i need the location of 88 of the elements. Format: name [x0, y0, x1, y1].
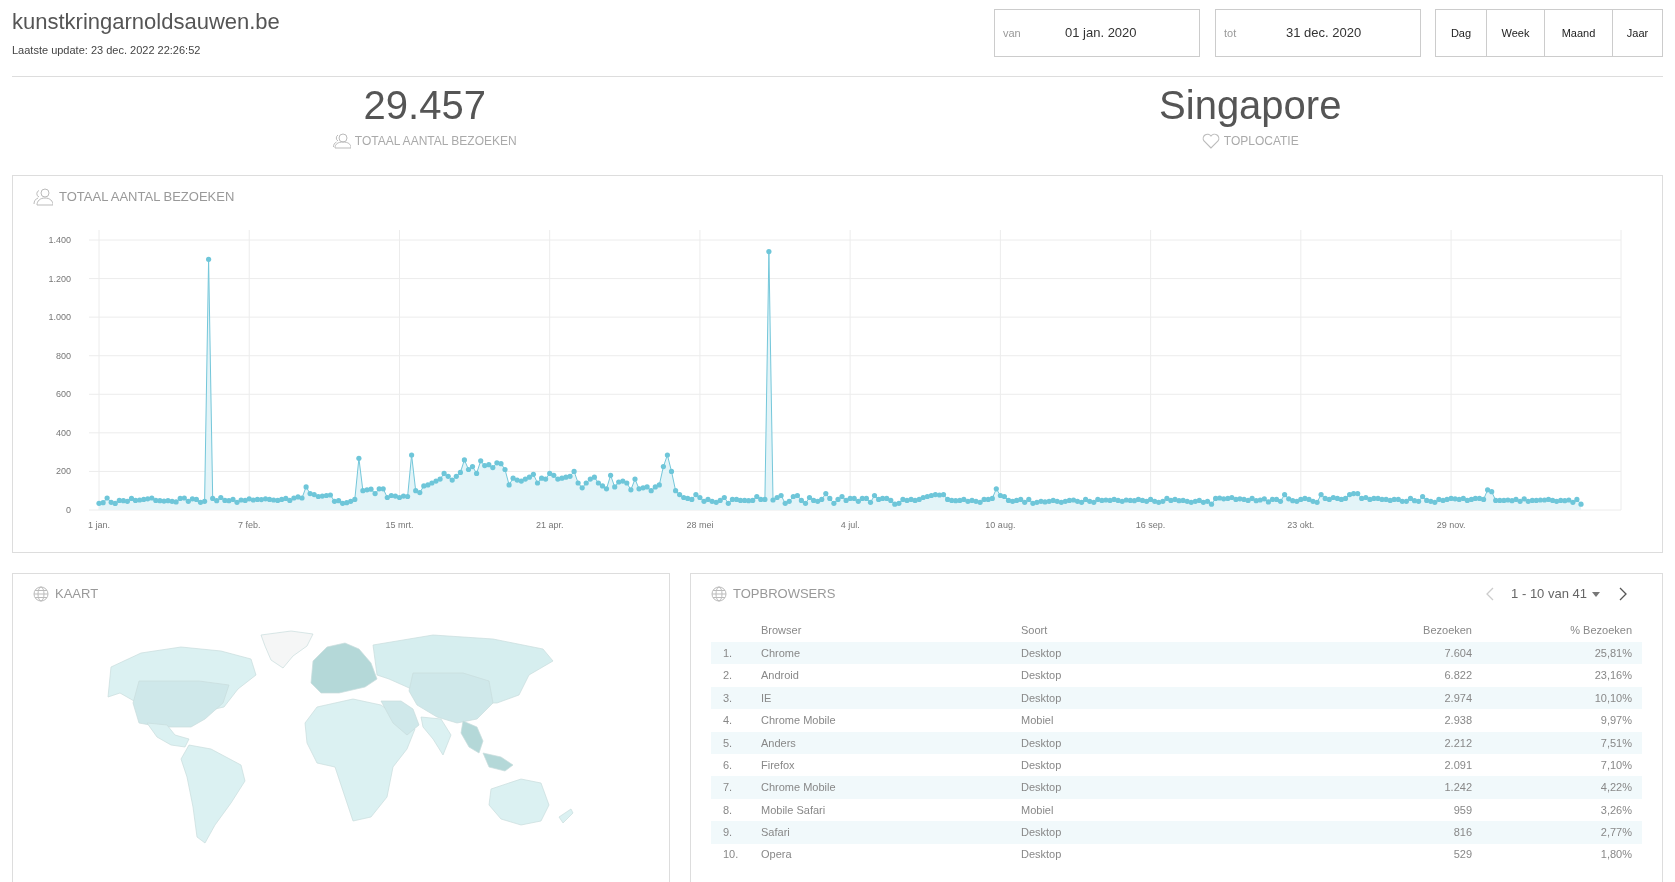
table-cell: Desktop: [1021, 642, 1225, 665]
x-axis-label: 4 jul.: [840, 520, 860, 530]
last-update-text: Laatste update: 23 dec. 2022 22:26:52: [12, 43, 202, 58]
table-cell: Desktop: [1021, 843, 1225, 866]
table-cell: 3.: [711, 686, 761, 710]
x-axis-label: 10 aug.: [985, 520, 1016, 530]
date-field[interactable]: tot 31 dec. 2020: [1215, 9, 1421, 57]
table-cell: Desktop: [1021, 821, 1225, 844]
y-axis-label: 200: [55, 466, 71, 477]
table-cell: Chrome: [761, 642, 1021, 665]
table-cell: 10.: [711, 843, 761, 866]
date-field-label: tot: [1223, 25, 1238, 41]
table-cell: Android: [761, 664, 1021, 687]
table-cell: Chrome Mobile: [761, 776, 1021, 799]
x-axis-label: 7 feb.: [237, 520, 261, 530]
table-cell: Desktop: [1021, 731, 1225, 754]
table-cell: 8.: [711, 798, 761, 822]
x-axis-label: 29 nov.: [1436, 520, 1466, 530]
y-axis-label: 400: [55, 427, 71, 438]
page-range-dropdown[interactable]: 1 - 10 van 41: [1511, 584, 1600, 604]
table-cell: 9.: [711, 821, 761, 844]
table-cell: Mobile Safari: [761, 798, 1021, 822]
x-axis-label: 21 apr.: [535, 520, 564, 530]
x-axis-label: 16 sep.: [1135, 520, 1166, 530]
date-field-label: van: [1002, 25, 1022, 41]
table-cell: Desktop: [1021, 776, 1225, 799]
table-cell: 959: [1224, 798, 1472, 822]
table-cell: Safari: [761, 821, 1021, 844]
x-axis-label: 23 okt.: [1287, 520, 1315, 530]
x-axis-label: 15 mrt.: [385, 520, 414, 530]
table-cell: 816: [1224, 821, 1472, 844]
table-cell: 3,26%: [1472, 798, 1642, 822]
table-cell: Desktop: [1021, 664, 1225, 687]
table-cell: 7.: [711, 776, 761, 799]
table-cell: 6.: [711, 753, 761, 777]
y-axis-label: 0: [66, 505, 71, 515]
card-title: TOPBROWSERS: [733, 585, 836, 604]
column-header: Soort: [1021, 618, 1225, 642]
table-cell: 4.: [711, 709, 761, 732]
table-cell: Anders: [761, 731, 1021, 754]
y-axis-label: 600: [55, 389, 71, 400]
stat-value: Singapore: [1159, 82, 1342, 129]
table-cell: 529: [1224, 843, 1472, 866]
x-axis-label: 1 jan.: [88, 520, 110, 530]
table-cell: 7,51%: [1472, 731, 1642, 754]
table-cell: 1.242: [1224, 776, 1472, 799]
table-cell: 5.: [711, 731, 761, 754]
table-cell: Mobiel: [1021, 709, 1225, 732]
table-cell: 2.938: [1224, 709, 1472, 732]
table-cell: Chrome Mobile: [761, 709, 1021, 732]
card-title: KAART: [55, 585, 99, 604]
table-cell: Firefox: [761, 753, 1021, 777]
table-cell: Desktop: [1021, 686, 1225, 710]
date-value: 01 jan. 2020: [1065, 24, 1137, 43]
y-axis-label: 800: [55, 350, 71, 361]
table-cell: 10,10%: [1472, 686, 1642, 710]
date-field[interactable]: van 01 jan. 2020: [994, 9, 1200, 57]
y-axis-label: 1.000: [48, 312, 71, 323]
table-cell: 2,77%: [1472, 821, 1642, 844]
y-axis-label: 1.400: [48, 235, 71, 245]
table-cell: 7.604: [1224, 642, 1472, 665]
y-axis-label: 1.200: [48, 273, 71, 284]
table-cell: 23,16%: [1472, 664, 1642, 687]
table-cell: 9,97%: [1472, 709, 1642, 732]
table-cell: 2.974: [1224, 686, 1472, 710]
stat-label: TOTAAL AANTAL BEZOEKEN: [354, 133, 517, 150]
table-cell: IE: [761, 686, 1021, 710]
table-cell: Opera: [761, 843, 1021, 866]
stat-label: TOPLOCATIE: [1223, 133, 1299, 150]
x-axis-label: 28 mei: [686, 520, 714, 530]
column-header: Browser: [761, 618, 1021, 642]
column-header: % Bezoeken: [1472, 618, 1642, 642]
site-title: kunstkringarnoldsauwen.be: [12, 8, 280, 36]
table-cell: Mobiel: [1021, 798, 1225, 822]
table-cell: 25,81%: [1472, 642, 1642, 665]
table-cell: 6.822: [1224, 664, 1472, 687]
table-cell: Desktop: [1021, 753, 1225, 777]
table-cell: 4,22%: [1472, 776, 1642, 799]
table-cell: 2.: [711, 664, 761, 687]
card-title: TOTAAL AANTAL BEZOEKEN: [59, 188, 235, 207]
table-cell: 2.091: [1224, 753, 1472, 777]
table-cell: 1.: [711, 642, 761, 665]
column-header: Bezoeken: [1224, 618, 1472, 642]
date-value: 31 dec. 2020: [1286, 24, 1362, 43]
table-cell: 7,10%: [1472, 753, 1642, 777]
stat-value: 29.457: [363, 82, 486, 129]
table-cell: 2.212: [1224, 731, 1472, 754]
table-cell: 1,80%: [1472, 843, 1642, 866]
